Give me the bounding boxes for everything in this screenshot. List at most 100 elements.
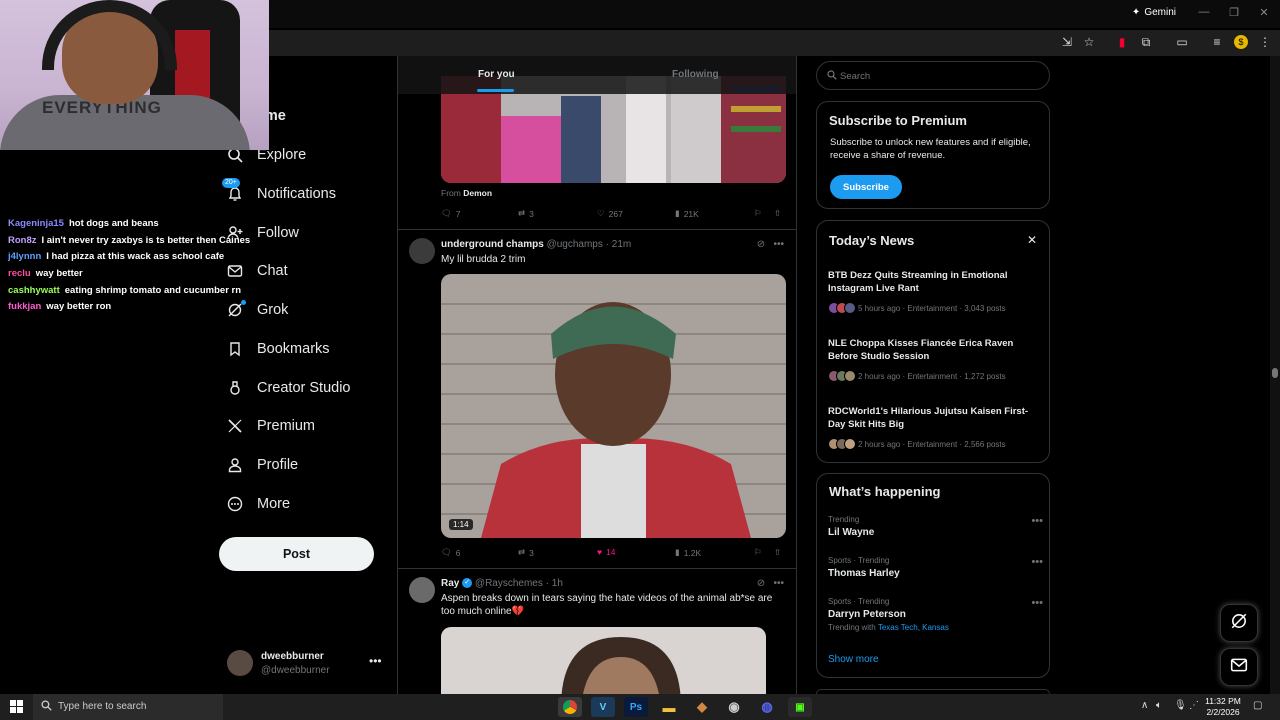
- chat-username: Ron8z: [8, 234, 37, 246]
- kick-app-icon[interactable]: ▣: [788, 697, 812, 717]
- more-dots-icon[interactable]: •••: [369, 654, 382, 668]
- gemini-sparkle-icon: ✦: [1131, 7, 1141, 18]
- nav-profile[interactable]: Profile: [222, 447, 298, 483]
- bookmark-icon: ⚐: [754, 208, 762, 218]
- nav-creator-studio[interactable]: Creator Studio: [222, 370, 351, 406]
- trending-with: Trending with Texas Tech, Kansas: [828, 623, 1043, 632]
- nav-premium[interactable]: Premium: [222, 408, 315, 444]
- news-item[interactable]: RDCWorld1's Hilarious Jujutsu Kaisen Fir…: [828, 405, 1043, 452]
- grok-tweet-icon[interactable]: ⊘: [757, 239, 765, 250]
- trend-item[interactable]: Sports · Trending Darryn Peterson Trendi…: [828, 597, 1043, 632]
- steam-app-icon[interactable]: ◉: [722, 697, 746, 717]
- page-scrollbar[interactable]: [1270, 56, 1280, 696]
- views-button[interactable]: ▮ 1.2K: [675, 547, 701, 558]
- notification-center-icon[interactable]: ▢: [1253, 700, 1262, 711]
- like-button[interactable]: ♥ 14: [597, 547, 616, 557]
- subscribe-button[interactable]: Subscribe: [830, 175, 902, 199]
- file-explorer-icon[interactable]: ▬: [657, 697, 681, 717]
- tweet-author-name[interactable]: underground champs: [441, 239, 544, 250]
- bookmark-button[interactable]: ⚐: [754, 208, 762, 219]
- repost-button[interactable]: ⇄ 3: [518, 547, 534, 558]
- account-switcher[interactable]: dweebburner @dweebburner •••: [227, 650, 387, 680]
- close-icon[interactable]: ✕: [1027, 233, 1037, 247]
- taskbar-search-input[interactable]: Type here to search: [33, 694, 223, 720]
- reply-button[interactable]: 🗨︎ 7: [441, 208, 461, 219]
- tray-overflow-icon[interactable]: ∧: [1141, 700, 1148, 711]
- windows-start-icon[interactable]: [10, 700, 23, 716]
- avatar[interactable]: [409, 238, 435, 264]
- scrollbar-thumb[interactable]: [1272, 368, 1278, 378]
- tab-following[interactable]: Following: [672, 69, 719, 80]
- tweet-media-image[interactable]: [441, 627, 766, 696]
- tweet-author-handle[interactable]: @ugchamps: [547, 239, 603, 250]
- reply-icon: 🗨︎: [441, 547, 452, 557]
- bookmark-icon: [222, 339, 248, 359]
- more-dots-icon[interactable]: •••: [1031, 515, 1043, 527]
- news-item[interactable]: BTB Dezz Quits Streaming in Emotional In…: [828, 269, 1043, 316]
- reply-button[interactable]: 🗨︎ 6: [441, 547, 461, 558]
- whats-happening-card: What’s happening Trending Lil Wayne ••• …: [816, 473, 1050, 678]
- taskbar-clock[interactable]: 11:32 PM 2/2/2026: [1200, 696, 1246, 718]
- extensions-puzzle-icon[interactable]: ⧉: [1139, 35, 1153, 49]
- maximize-button[interactable]: ❐: [1219, 6, 1249, 19]
- extension-audio-icon[interactable]: ▮: [1115, 35, 1129, 49]
- whats-happening-title: What’s happening: [829, 484, 941, 499]
- media-source: From Demon: [441, 188, 492, 198]
- post-button[interactable]: Post: [219, 537, 374, 571]
- trending-with-links[interactable]: Texas Tech, Kansas: [878, 623, 949, 632]
- discord-app-icon[interactable]: ◍: [755, 697, 779, 717]
- minimize-button[interactable]: —: [1189, 6, 1219, 18]
- tweet-author-name[interactable]: Ray: [441, 578, 459, 589]
- photoshop-app-icon[interactable]: Ps: [624, 697, 648, 717]
- gemini-button[interactable]: ✦ Gemini: [1132, 7, 1176, 18]
- share-button[interactable]: ⇧: [774, 547, 781, 558]
- nav-more[interactable]: More: [222, 486, 290, 522]
- tweet-time[interactable]: · 1h: [546, 578, 563, 589]
- tweet-video[interactable]: 1:14: [441, 274, 786, 538]
- chrome-app-icon[interactable]: [558, 697, 582, 717]
- bookmark-button[interactable]: ⚐: [754, 547, 762, 558]
- brave-app-icon[interactable]: ◆: [690, 697, 714, 717]
- trend-item[interactable]: Sports · Trending Thomas Harley •••: [828, 556, 1043, 579]
- trend-item[interactable]: Trending Lil Wayne •••: [828, 515, 1043, 538]
- avatar[interactable]: [409, 577, 435, 603]
- more-dots-icon[interactable]: •••: [1031, 556, 1043, 568]
- tab-for-you[interactable]: For you: [478, 69, 515, 80]
- messages-float-button[interactable]: [1220, 648, 1258, 686]
- browser-menu-icon[interactable]: ⋮: [1258, 35, 1272, 49]
- more-dots-icon[interactable]: •••: [773, 578, 784, 589]
- bookmark-star-icon[interactable]: ☆: [1082, 35, 1096, 49]
- network-icon[interactable]: ⋰: [1189, 700, 1199, 711]
- share-button[interactable]: ⇧: [774, 208, 781, 219]
- more-dots-icon[interactable]: •••: [1031, 597, 1043, 609]
- tweet-divider: [398, 568, 796, 569]
- grok-float-button[interactable]: [1220, 604, 1258, 642]
- like-button[interactable]: ♡ 267: [597, 208, 623, 219]
- grok-tweet-icon[interactable]: ⊘: [757, 578, 765, 589]
- profile-avatar-icon[interactable]: $: [1234, 35, 1248, 49]
- news-item[interactable]: NLE Choppa Kisses Fiancée Erica Raven Be…: [828, 337, 1043, 384]
- microphone-icon[interactable]: 🎙︎: [1174, 700, 1187, 711]
- search-input[interactable]: Search: [816, 61, 1050, 90]
- more-circle-icon: [222, 494, 248, 514]
- install-app-icon[interactable]: ⇲: [1060, 35, 1074, 49]
- more-dots-icon[interactable]: •••: [773, 239, 784, 250]
- reply-icon: 🗨︎: [441, 208, 452, 218]
- close-window-button[interactable]: ✕: [1249, 6, 1279, 19]
- tweet-time[interactable]: · 21m: [606, 239, 632, 250]
- reading-list-icon[interactable]: ≡: [1210, 35, 1224, 49]
- news-meta: 5 hours ago · Entertainment · 3,043 post…: [828, 300, 1043, 316]
- show-more-link[interactable]: Show more: [828, 654, 879, 665]
- views-button[interactable]: ▮ 21K: [675, 208, 699, 219]
- premium-description: Subscribe to unlock new features and if …: [830, 137, 1031, 161]
- tweet-author-handle[interactable]: @Rayschemes: [475, 578, 543, 589]
- nav-bookmarks[interactable]: Bookmarks: [222, 331, 330, 367]
- repost-button[interactable]: ⇄ 3: [518, 208, 534, 219]
- news-meta: 2 hours ago · Entertainment · 1,272 post…: [828, 368, 1043, 384]
- vegas-app-icon[interactable]: V: [591, 697, 615, 717]
- from-source-name[interactable]: Demon: [463, 188, 492, 198]
- nav-notifications[interactable]: 20+ Notifications: [222, 176, 336, 212]
- speaker-icon[interactable]: 🔈︎: [1156, 700, 1162, 711]
- cast-icon[interactable]: ▭: [1175, 35, 1189, 49]
- trend-context: Trending: [828, 515, 860, 524]
